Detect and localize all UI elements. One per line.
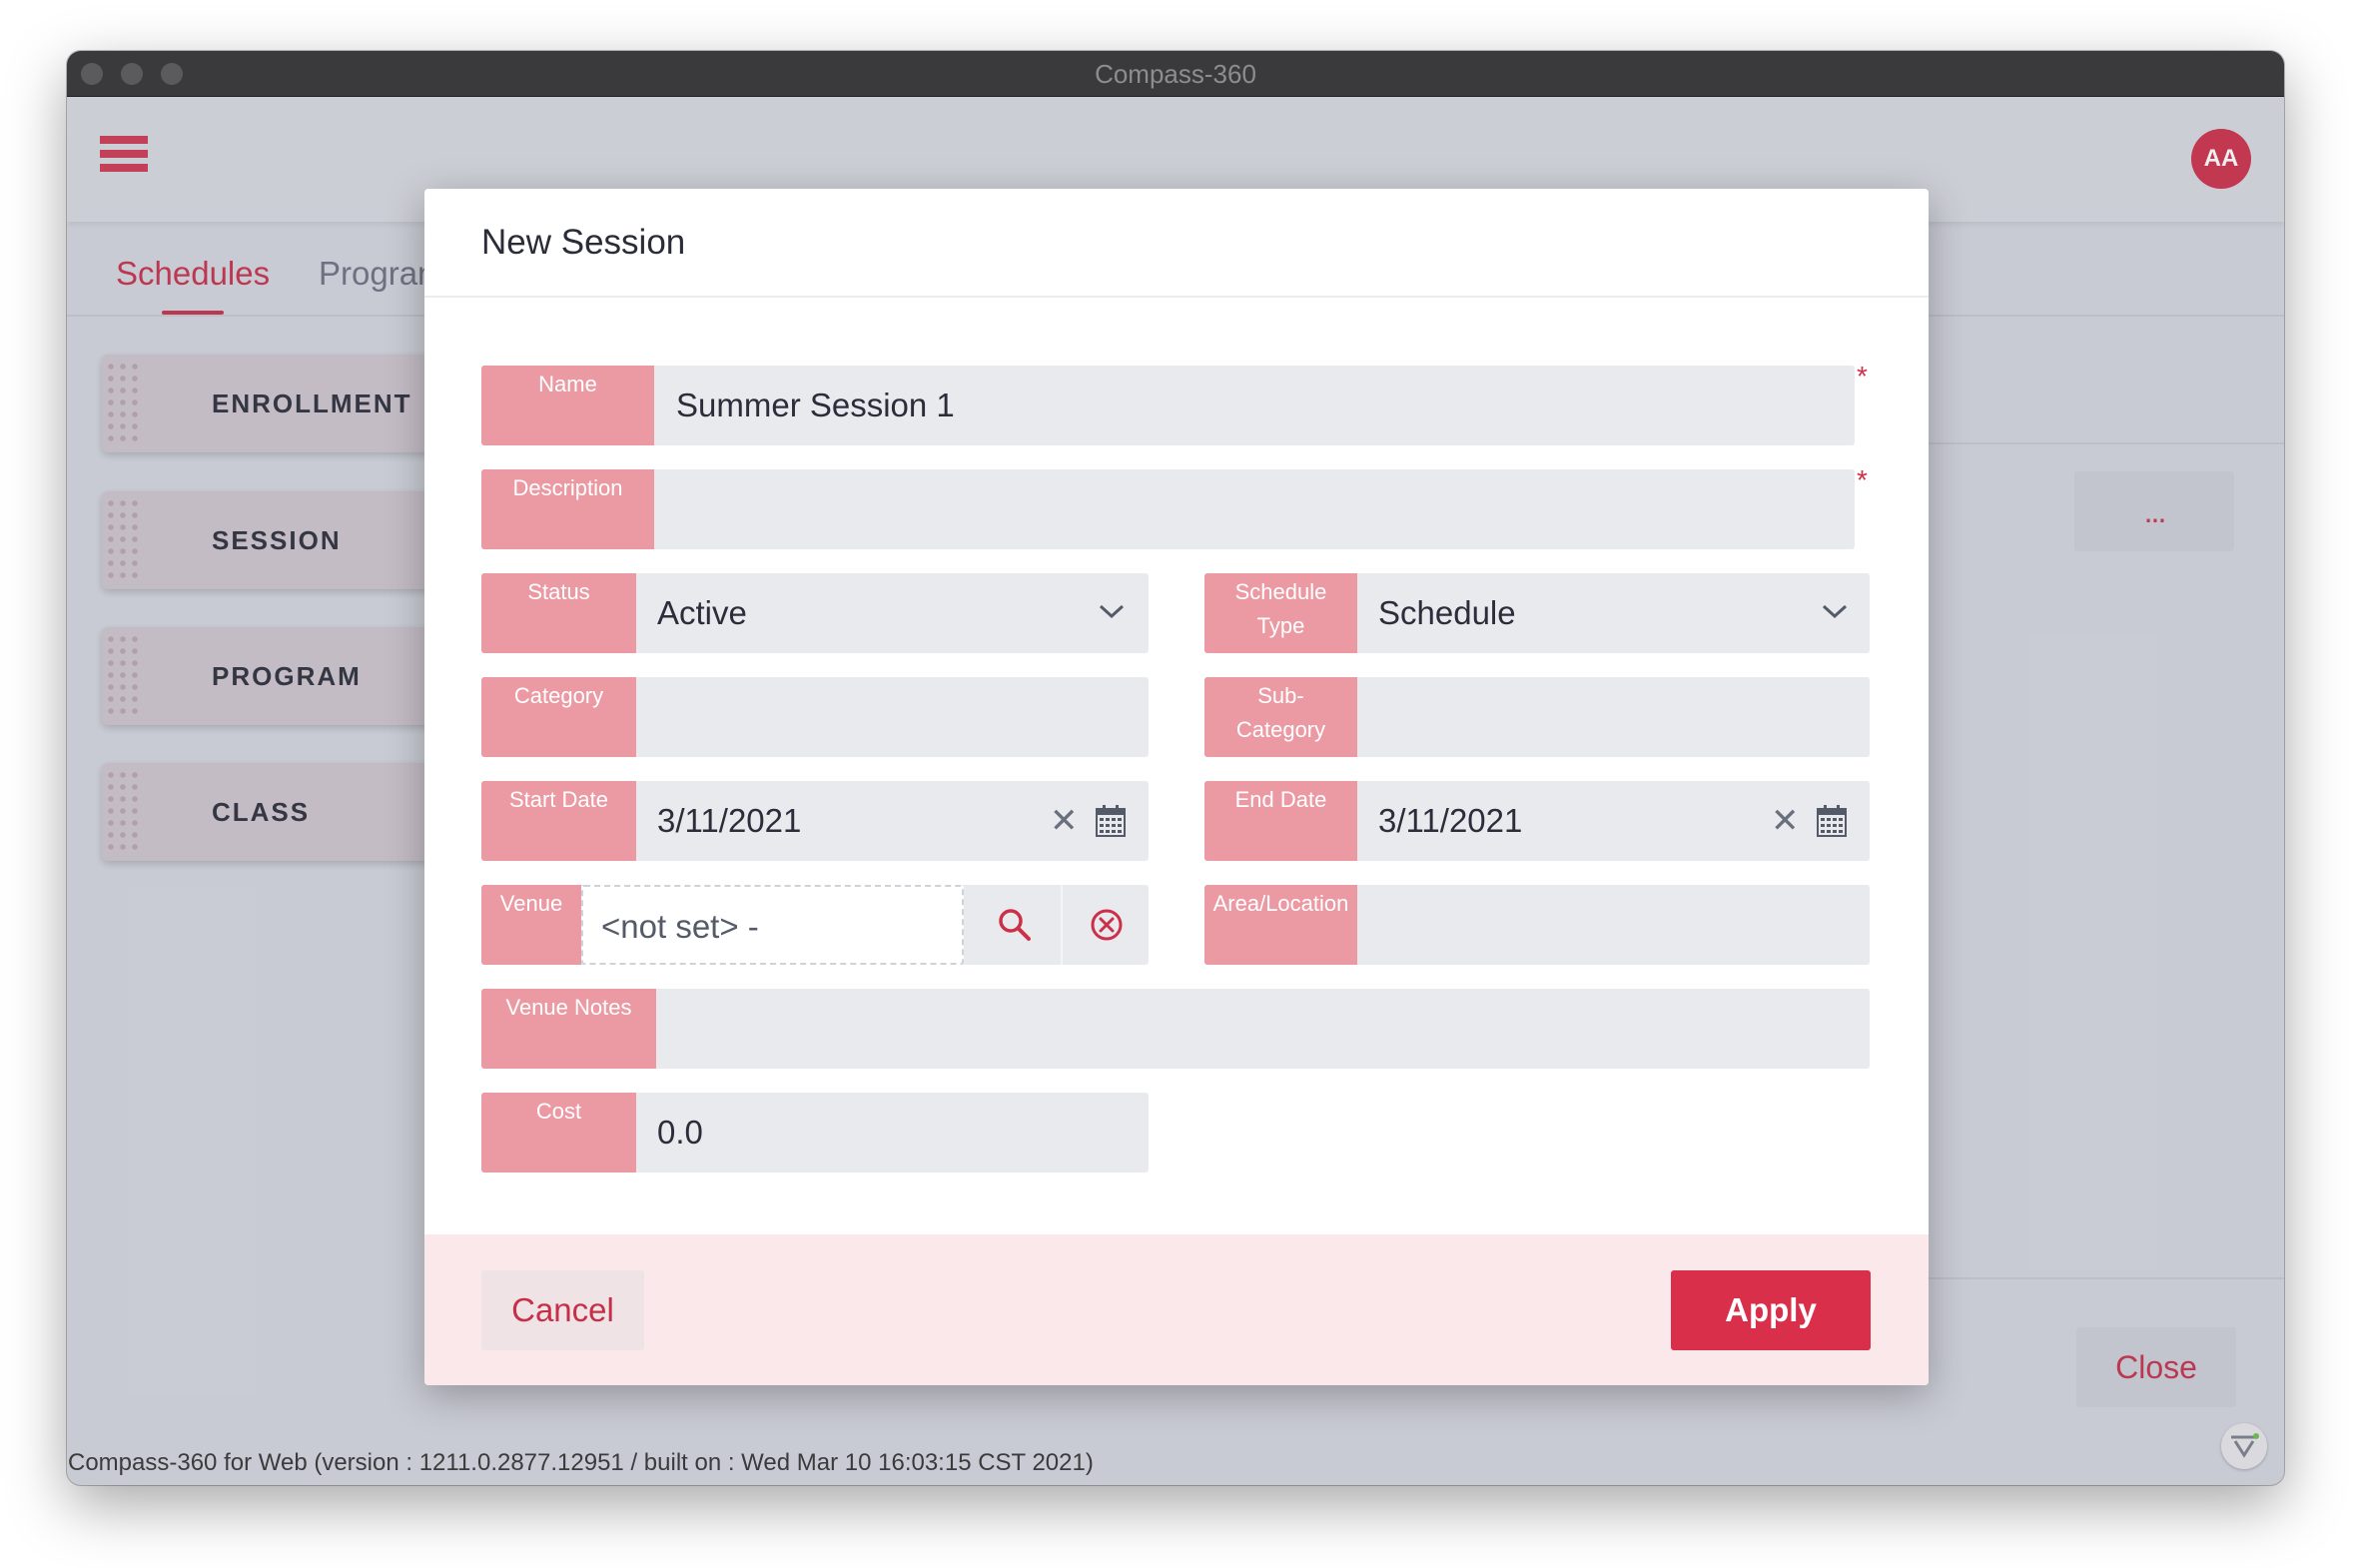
name-field[interactable]: Name Summer Session 1	[481, 366, 1855, 445]
chevron-down-icon[interactable]	[1821, 601, 1849, 621]
end-date-value[interactable]: 3/11/2021	[1378, 781, 1522, 861]
window-title: Compass-360	[1095, 59, 1256, 89]
status-select[interactable]: Status Active	[481, 573, 1149, 653]
schedule-type-label: Schedule Type	[1204, 573, 1357, 653]
apply-button[interactable]: Apply	[1671, 1270, 1871, 1350]
start-date-field[interactable]: Start Date 3/11/2021 ✕	[481, 781, 1149, 861]
sub-category-label-line1: Sub-	[1257, 683, 1304, 708]
cancel-circle-icon	[1091, 909, 1123, 941]
new-session-dialog: New Session Name Summer Session 1 * Desc…	[424, 189, 1929, 1385]
name-value[interactable]: Summer Session 1	[676, 366, 955, 445]
venue-notes-field[interactable]: Venue Notes	[481, 989, 1870, 1069]
sub-category-field[interactable]: Sub- Category	[1204, 677, 1870, 757]
cancel-button[interactable]: Cancel	[481, 1270, 644, 1350]
description-label: Description	[481, 469, 654, 549]
venue-label: Venue	[481, 885, 581, 965]
schedule-type-label-line1: Schedule	[1234, 579, 1327, 604]
dialog-title: New Session	[481, 223, 686, 262]
venue-field: Venue <not set> -	[481, 885, 1149, 965]
required-indicator: *	[1857, 361, 1868, 392]
sub-category-label: Sub- Category	[1204, 677, 1357, 757]
dialog-footer: Cancel Apply	[424, 1234, 1929, 1385]
schedule-type-label-line2: Type	[1256, 613, 1305, 638]
search-icon	[998, 909, 1031, 941]
start-date-value[interactable]: 3/11/2021	[657, 781, 801, 861]
venue-notes-label: Venue Notes	[481, 989, 656, 1069]
name-label: Name	[481, 366, 654, 445]
category-field[interactable]: Category	[481, 677, 1149, 757]
end-date-field[interactable]: End Date 3/11/2021 ✕	[1204, 781, 1870, 861]
start-date-label: Start Date	[481, 781, 636, 861]
calendar-icon[interactable]	[1817, 805, 1847, 837]
cost-label: Cost	[481, 1093, 636, 1173]
clear-icon[interactable]: ✕	[1771, 804, 1800, 838]
status-value: Active	[657, 594, 747, 631]
clear-icon[interactable]: ✕	[1050, 804, 1079, 838]
sub-category-label-line2: Category	[1235, 717, 1326, 742]
description-field[interactable]: Description	[481, 469, 1855, 549]
schedule-type-select[interactable]: Schedule Type Schedule	[1204, 573, 1870, 653]
end-date-label: End Date	[1204, 781, 1357, 861]
venue-clear-button[interactable]	[1061, 885, 1151, 965]
status-label: Status	[481, 573, 636, 653]
cost-value[interactable]: 0.0	[657, 1093, 703, 1173]
venue-value: <not set> -	[601, 908, 759, 945]
category-label: Category	[481, 677, 636, 757]
title-bar: Compass-360	[67, 51, 2284, 97]
chevron-down-icon[interactable]	[1098, 601, 1126, 621]
calendar-icon[interactable]	[1096, 805, 1126, 837]
dialog-header: New Session	[424, 189, 1929, 298]
area-location-field[interactable]: Area/Location	[1204, 885, 1870, 965]
schedule-type-value: Schedule	[1378, 594, 1516, 631]
venue-input[interactable]: <not set> -	[581, 885, 964, 965]
area-location-label: Area/Location	[1204, 885, 1357, 965]
cost-field[interactable]: Cost 0.0	[481, 1093, 1149, 1173]
required-indicator: *	[1857, 464, 1868, 495]
venue-search-button[interactable]	[971, 885, 1058, 965]
